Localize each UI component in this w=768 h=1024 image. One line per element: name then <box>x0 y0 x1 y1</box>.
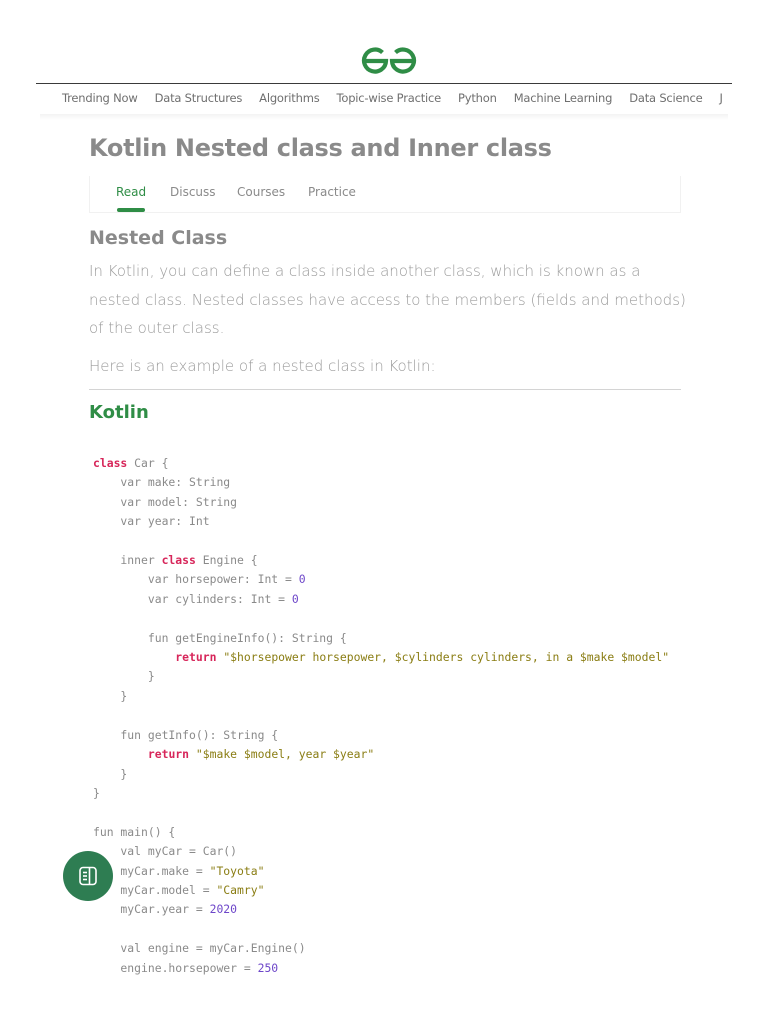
code-line: myCar.make = "Toyota" <box>93 862 683 881</box>
code-text: Engine { <box>195 553 258 568</box>
code-keyword: return <box>175 650 217 665</box>
header-divider <box>36 83 732 84</box>
code-line: myCar.year = 2020 <box>93 900 683 919</box>
code-line: myCar.model = "Camry" <box>93 881 683 900</box>
code-keyword: class <box>161 553 196 568</box>
code-number: 0 <box>291 591 299 606</box>
code-language-label: Kotlin <box>89 402 149 423</box>
code-number: 2020 <box>209 902 238 917</box>
code-text: fun getEngineInfo(): String { <box>93 630 347 645</box>
code-line: } <box>93 687 683 706</box>
nav-item-python[interactable]: Python <box>458 91 497 105</box>
code-line: engine.horsepower = 250 <box>93 959 683 978</box>
tab-courses[interactable]: Courses <box>237 185 285 199</box>
code-line: class Car { <box>93 454 683 473</box>
article-fab-button[interactable] <box>63 851 113 901</box>
code-text: } <box>93 669 155 684</box>
tab-discuss[interactable]: Discuss <box>170 185 216 199</box>
nav-item-truncated[interactable]: J <box>720 91 723 105</box>
nav-item-machine-learning[interactable]: Machine Learning <box>514 91 613 105</box>
nav-item-topic-wise-practice[interactable]: Topic-wise Practice <box>336 91 441 105</box>
code-text: } <box>93 785 100 800</box>
tab-practice[interactable]: Practice <box>308 185 356 199</box>
code-keyword: return <box>147 747 190 762</box>
nav-item-trending-now[interactable]: Trending Now <box>62 91 138 105</box>
tab-read[interactable]: Read <box>116 185 146 199</box>
code-line: var cylinders: Int = 0 <box>93 590 683 609</box>
code-line: fun main() { <box>93 823 683 842</box>
code-line: var year: Int <box>93 512 683 531</box>
example-paragraph: Here is an example of a nested class in … <box>89 357 436 375</box>
code-text: inner <box>93 553 162 568</box>
code-text: var cylinders: Int = <box>93 591 292 606</box>
code-line: } <box>93 784 683 803</box>
code-text: val engine = myCar.Engine() <box>93 941 306 956</box>
code-number: 0 <box>298 572 306 587</box>
article-icon <box>79 866 97 886</box>
code-number: 250 <box>257 960 279 975</box>
section-divider <box>89 389 681 390</box>
code-string: "Toyota" <box>209 863 265 878</box>
code-line: val engine = myCar.Engine() <box>93 939 683 958</box>
code-text: val myCar = Car() <box>93 844 238 859</box>
code-string: "Camry" <box>216 882 265 897</box>
top-nav: Trending Now Data Structures Algorithms … <box>0 89 768 111</box>
code-line: } <box>93 667 683 686</box>
site-header <box>0 0 768 84</box>
article-tabs: Read Discuss Courses Practice <box>89 176 681 213</box>
code-text: var make: String <box>93 475 231 490</box>
code-string: "$make $model, year $year" <box>195 747 375 762</box>
code-line: } <box>93 765 683 784</box>
code-text: engine.horsepower = <box>93 960 258 975</box>
code-text: var model: String <box>93 494 238 509</box>
code-keyword: class <box>93 456 128 470</box>
section-heading: Nested Class <box>89 227 228 249</box>
code-line: return "$make $model, year $year" <box>93 745 683 764</box>
code-text: fun getInfo(): String { <box>93 727 279 742</box>
code-line: var horsepower: Int = 0 <box>93 570 683 589</box>
code-line: val myCar = Car() <box>93 842 683 861</box>
code-text: } <box>93 766 128 781</box>
code-line: fun getEngineInfo(): String { <box>93 629 683 648</box>
gfg-logo-icon[interactable] <box>361 44 417 76</box>
code-text: var horsepower: Int = <box>93 572 299 587</box>
nav-item-data-structures[interactable]: Data Structures <box>155 91 243 105</box>
code-text: Car { <box>127 456 169 470</box>
code-text: fun main() { <box>93 824 176 839</box>
code-text: var year: Int <box>93 514 210 529</box>
code-line: var make: String <box>93 473 683 492</box>
nav-item-algorithms[interactable]: Algorithms <box>259 91 320 105</box>
intro-paragraph: In Kotlin, you can define a class inside… <box>89 262 686 337</box>
code-string: "$horsepower horsepower, $cylinders cyli… <box>223 650 670 665</box>
nav-shadow <box>40 114 728 120</box>
code-text: myCar.model = <box>93 882 217 897</box>
nav-item-data-science[interactable]: Data Science <box>629 91 702 105</box>
code-line: return "$horsepower horsepower, $cylinde… <box>93 648 683 667</box>
code-block[interactable]: class Car { var make: String var model: … <box>93 454 683 978</box>
code-line: inner class Engine { <box>93 551 683 570</box>
active-tab-indicator <box>117 208 145 212</box>
code-text: myCar.year = <box>93 902 210 917</box>
code-line: fun getInfo(): String { <box>93 726 683 745</box>
article-title: Kotlin Nested class and Inner class <box>89 134 552 162</box>
code-text: } <box>93 688 128 703</box>
code-line: var model: String <box>93 493 683 512</box>
